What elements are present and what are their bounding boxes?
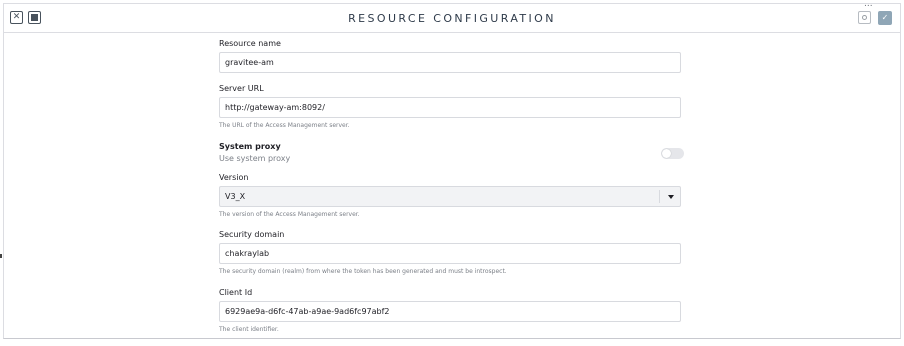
scroll-edge-marker [0,254,2,258]
system-proxy-label: System proxy [219,142,281,151]
security-domain-input[interactable]: chakraylab [219,243,681,264]
version-select[interactable]: V3_X [219,186,681,207]
security-domain-label: Security domain [219,230,285,239]
client-id-hint: The client identifier. [219,326,279,333]
server-url-hint: The URL of the Access Management server. [219,122,350,129]
reset-button[interactable] [858,11,871,24]
resource-name-label: Resource name [219,39,281,48]
page-title: RESOURCE CONFIGURATION [348,12,556,25]
security-domain-hint: The security domain (realm) from where t… [219,268,507,275]
resource-name-input[interactable]: gravitee-am [219,52,681,73]
check-icon: ✓ [881,13,889,22]
version-value: V3_X [225,192,246,201]
client-id-input[interactable]: 6929ae9a-d6fc-47ab-a9ae-9ad6fc97abf2 [219,301,681,322]
version-label: Version [219,173,249,182]
panel-header: ✕ RESOURCE CONFIGURATION ... ✓ [4,0,900,33]
resource-configuration-panel: ✕ RESOURCE CONFIGURATION ... ✓ Resource … [3,0,901,339]
client-id-label: Client Id [219,288,253,297]
system-proxy-description: Use system proxy [219,154,291,163]
server-url-input[interactable]: http://gateway-am:8092/ [219,97,681,118]
system-proxy-toggle[interactable] [661,148,684,159]
more-options-icon[interactable]: ... [864,0,873,9]
save-button[interactable]: ✓ [878,11,892,25]
chevron-down-icon [668,195,674,199]
version-hint: The version of the Access Management ser… [219,211,360,218]
select-divider [659,190,660,203]
server-url-label: Server URL [219,84,264,93]
